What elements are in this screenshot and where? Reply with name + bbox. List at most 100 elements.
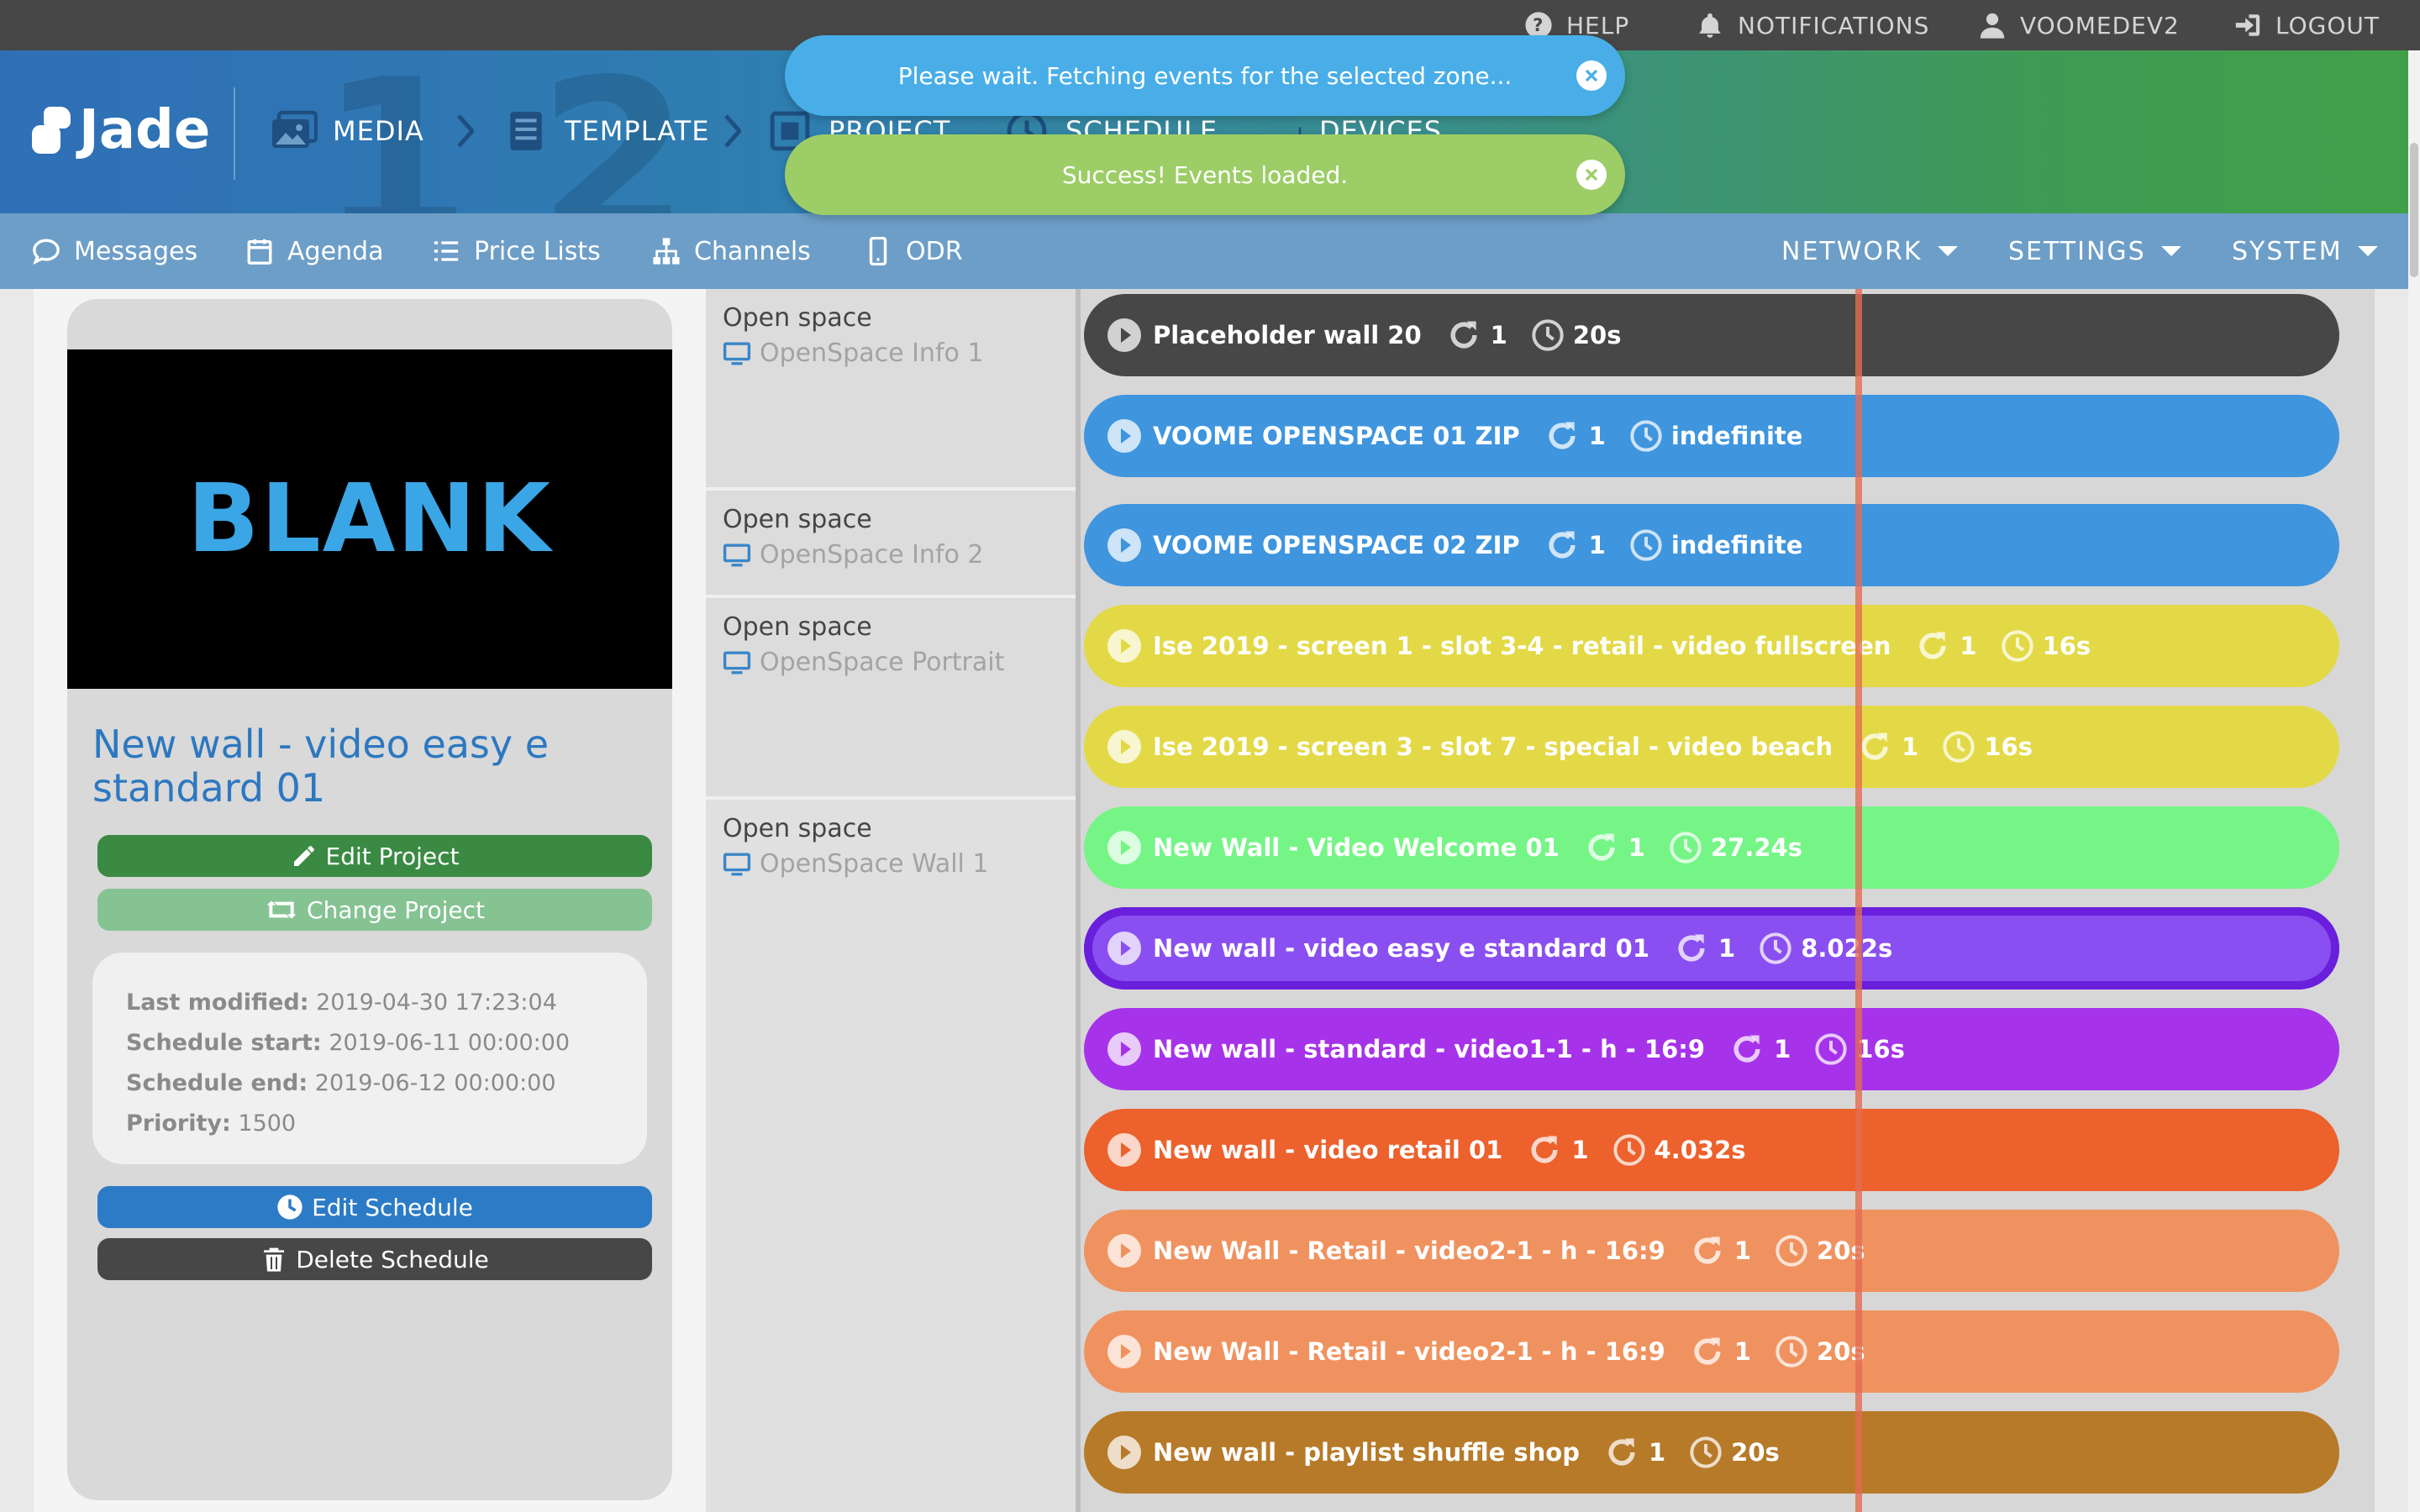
clock-icon: [1612, 1134, 1645, 1166]
user-label: VOOMEDEV2: [2020, 11, 2180, 39]
event-name: New wall - standard - video1-1 - h - 16:…: [1153, 1035, 1706, 1063]
nav-price-lists[interactable]: Price Lists: [432, 232, 601, 270]
play-icon[interactable]: [1107, 528, 1141, 562]
play-icon[interactable]: [1107, 1133, 1141, 1167]
event-bar[interactable]: New wall - video retail 01 1 4.032s: [1084, 1109, 2339, 1191]
event-name: Placeholder wall 20: [1153, 321, 1422, 349]
clock-icon: [1776, 1235, 1807, 1267]
play-icon[interactable]: [1107, 730, 1141, 764]
event-name: Ise 2019 - screen 3 - slot 7 - special -…: [1153, 732, 1833, 761]
play-icon[interactable]: [1107, 629, 1141, 663]
pencil-icon: [293, 846, 314, 866]
event-repeat-count: 1: [1718, 934, 1736, 963]
play-icon[interactable]: [1107, 1032, 1141, 1066]
close-toast-button[interactable]: [1576, 160, 1607, 190]
event-repeat-count: 1: [1571, 1136, 1589, 1164]
monitor-icon: [723, 342, 751, 365]
zone-device: OpenSpace Info 1: [723, 336, 1059, 371]
nav-odr[interactable]: ODR: [864, 232, 963, 270]
event-duration: 20s: [1731, 1438, 1780, 1467]
play-icon[interactable]: [1107, 1335, 1141, 1368]
edit-schedule-button[interactable]: Edit Schedule: [97, 1186, 652, 1228]
zone-row[interactable]: Open space OpenSpace Wall 1: [706, 800, 1076, 1512]
step-template[interactable]: TEMPLATE: [502, 108, 709, 155]
zone-row[interactable]: Open space OpenSpace Info 1: [706, 289, 1076, 487]
calendar-icon: [247, 239, 272, 265]
menu-system[interactable]: SYSTEM: [2232, 232, 2378, 270]
event-duration: 16s: [1984, 732, 2033, 761]
clock-icon: [1670, 832, 1702, 864]
success-toast: Success! Events loaded.: [785, 134, 1625, 215]
chevron-right-icon: [457, 114, 474, 148]
info-schedule-start: Schedule start: 2019-06-11 00:00:00: [126, 1030, 571, 1056]
repeat-icon: [1549, 422, 1576, 449]
event-repeat-count: 1: [1588, 422, 1606, 450]
event-bar[interactable]: Ise 2019 - screen 1 - slot 3-4 - retail …: [1084, 605, 2339, 687]
event-bar[interactable]: Ise 2019 - screen 3 - slot 7 - special -…: [1084, 706, 2339, 788]
change-project-button[interactable]: Change Project: [97, 889, 652, 931]
menu-settings[interactable]: SETTINGS: [2008, 232, 2181, 270]
user-icon: [1980, 13, 2005, 39]
logo-text: Jade: [79, 99, 211, 161]
current-time-indicator: [1855, 289, 1862, 1512]
step-template-label: TEMPLATE: [565, 115, 710, 147]
notifications-link[interactable]: NOTIFICATIONS: [1696, 7, 1929, 44]
clock-icon: [2001, 630, 2033, 662]
nav-messages[interactable]: Messages: [32, 232, 197, 270]
logout-label: LOGOUT: [2275, 11, 2380, 39]
event-bar[interactable]: New wall - standard - video1-1 - h - 16:…: [1084, 1008, 2339, 1090]
logout-link[interactable]: LOGOUT: [2233, 7, 2380, 44]
event-bar[interactable]: New Wall - Retail - video2-1 - h - 16:9 1…: [1084, 1310, 2339, 1393]
zone-row[interactable]: Open space OpenSpace Portrait: [706, 598, 1076, 796]
nav-agenda[interactable]: Agenda: [245, 232, 383, 270]
step-media[interactable]: MEDIA: [271, 108, 424, 155]
close-icon: [1585, 168, 1598, 181]
edit-project-button[interactable]: Edit Project: [97, 835, 652, 877]
play-icon[interactable]: [1107, 1436, 1141, 1469]
monitor-icon: [723, 651, 751, 675]
close-toast-button[interactable]: [1576, 60, 1607, 91]
project-title: New wall - video easy e standard 01: [92, 722, 550, 811]
event-bar[interactable]: New wall - playlist shuffle shop 1 20s: [1084, 1411, 2339, 1494]
template-icon: [510, 112, 542, 150]
event-duration: indefinite: [1670, 531, 1803, 559]
repeat-icon: [1694, 1337, 1721, 1365]
event-repeat-count: 1: [1588, 531, 1606, 559]
user-menu[interactable]: VOOMEDEV2: [1978, 7, 2180, 44]
chevron-right-icon: [724, 114, 741, 148]
zone-device: OpenSpace Wall 1: [723, 847, 1059, 882]
event-duration: indefinite: [1670, 422, 1803, 450]
play-icon[interactable]: [1107, 1234, 1141, 1268]
clock-icon: [1532, 319, 1564, 351]
zone-name: Open space: [723, 505, 872, 534]
event-bar[interactable]: VOOME OPENSPACE 01 ZIP 1 indefinite: [1084, 395, 2339, 477]
event-bar[interactable]: New Wall - Retail - video2-1 - h - 16:9 1…: [1084, 1210, 2339, 1292]
play-icon[interactable]: [1107, 318, 1141, 352]
event-bar[interactable]: New wall - video easy e standard 01 1 8.02…: [1084, 907, 2339, 990]
event-name: New Wall - Retail - video2-1 - h - 16:9: [1153, 1236, 1665, 1265]
event-repeat-count: 1: [1648, 1438, 1666, 1467]
event-bar[interactable]: New Wall - Video Welcome 01 1 27.24s: [1084, 806, 2339, 889]
page-scrollbar[interactable]: [2408, 50, 2420, 1512]
scrollbar-thumb[interactable]: [2410, 143, 2418, 277]
menu-network[interactable]: NETWORK: [1781, 232, 1958, 270]
sitemap-icon: [653, 238, 680, 265]
event-duration: 27.24s: [1710, 833, 1802, 862]
svg-text:?: ?: [1533, 15, 1544, 36]
event-duration: 8.022s: [1801, 934, 1893, 963]
jade-logo[interactable]: Jade: [32, 99, 210, 161]
play-icon[interactable]: [1107, 419, 1141, 453]
repeat-icon: [1531, 1136, 1558, 1163]
event-bar[interactable]: VOOME OPENSPACE 02 ZIP 1 indefinite: [1084, 504, 2339, 586]
play-icon[interactable]: [1107, 932, 1141, 965]
nav-channels[interactable]: Channels: [652, 232, 811, 270]
clock-icon: [1690, 1436, 1722, 1468]
event-repeat-count: 1: [1733, 1337, 1752, 1366]
event-bar[interactable]: Placeholder wall 20 1 20s: [1084, 294, 2339, 376]
delete-schedule-button[interactable]: Delete Schedule: [97, 1238, 652, 1280]
event-name: New Wall - Video Welcome 01: [1153, 833, 1560, 862]
zone-row[interactable]: Open space OpenSpace Info 2: [706, 491, 1076, 595]
play-icon[interactable]: [1107, 831, 1141, 864]
nav-odr-label: ODR: [906, 236, 963, 266]
notifications-label: NOTIFICATIONS: [1738, 11, 1930, 39]
